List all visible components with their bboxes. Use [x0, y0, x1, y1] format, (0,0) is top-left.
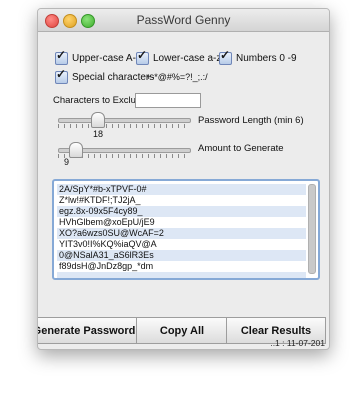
checkbox-icon: ✓ [55, 49, 68, 65]
app-window: PassWord Genny ✓ Upper-case A-Z ✓ Lower-… [37, 8, 330, 350]
result-line: 0@NSalA31_aS6lR3Es [57, 250, 306, 261]
result-line: f89dsH@JnDz8gp_*dm [59, 261, 154, 271]
exclude-label: Characters to Exclude [53, 95, 147, 106]
generate-password-button[interactable]: Generate Password [38, 317, 138, 344]
result-line: 2A/SpY*#b-xTPVF-0# [57, 184, 306, 195]
title-bar[interactable]: PassWord Genny [38, 9, 329, 32]
numbers-checkbox[interactable]: ✓ Numbers 0 -9 [219, 49, 297, 65]
amount-slider-thumb[interactable] [69, 142, 84, 158]
amount-label: Amount to Generate [198, 143, 284, 154]
result-line: HVhGlbem@xoEpU/jE9 [59, 217, 155, 227]
checkbox-icon: ✓ [55, 68, 68, 84]
checkbox-icon: ✓ [219, 49, 232, 65]
lowercase-label: Lower-case a-z [153, 53, 222, 64]
result-line: egz.8x-09x5F4cy89_ [57, 206, 306, 217]
copy-all-button[interactable]: Copy All [136, 317, 228, 344]
result-line: Z*lw!#KTDF!;TJ2jA_ [59, 195, 141, 205]
result-line: XO?a6wzs0SU@WcAF=2 [57, 228, 306, 239]
special-chars-text: +-*@#%=?!_;.:/ [146, 72, 208, 82]
uppercase-checkbox[interactable]: ✓ Upper-case A-Z [55, 49, 143, 65]
exclude-input[interactable] [135, 93, 201, 108]
special-checkbox[interactable]: ✓ Special characters [55, 68, 155, 84]
length-value: 18 [93, 129, 104, 139]
version-status: ..1 : 11-07-201 [270, 338, 325, 348]
uppercase-label: Upper-case A-Z [72, 53, 143, 64]
amount-value: 9 [64, 157, 70, 167]
length-label: Password Length (min 6) [198, 115, 304, 126]
results-scrollbar[interactable] [308, 184, 316, 274]
length-slider-thumb[interactable] [91, 112, 106, 128]
lowercase-checkbox[interactable]: ✓ Lower-case a-z [136, 49, 222, 65]
length-slider[interactable] [58, 111, 191, 129]
result-line: YIT3v0!I%KQ%iaQV@A [59, 239, 157, 249]
results-list: 2A/SpY*#b-xTPVF-0# Z*lw!#KTDF!;TJ2jA_ egz.… [57, 184, 306, 278]
checkbox-icon: ✓ [136, 49, 149, 65]
special-label: Special characters [72, 72, 155, 83]
window-title: PassWord Genny [136, 13, 231, 27]
length-slider-ticks [58, 124, 189, 128]
numbers-label: Numbers 0 -9 [236, 53, 297, 64]
results-textarea[interactable]: 2A/SpY*#b-xTPVF-0# Z*lw!#KTDF!;TJ2jA_ egz.… [52, 179, 320, 280]
amount-slider[interactable] [58, 141, 191, 159]
length-slider-track [58, 118, 191, 123]
result-line [57, 272, 306, 278]
